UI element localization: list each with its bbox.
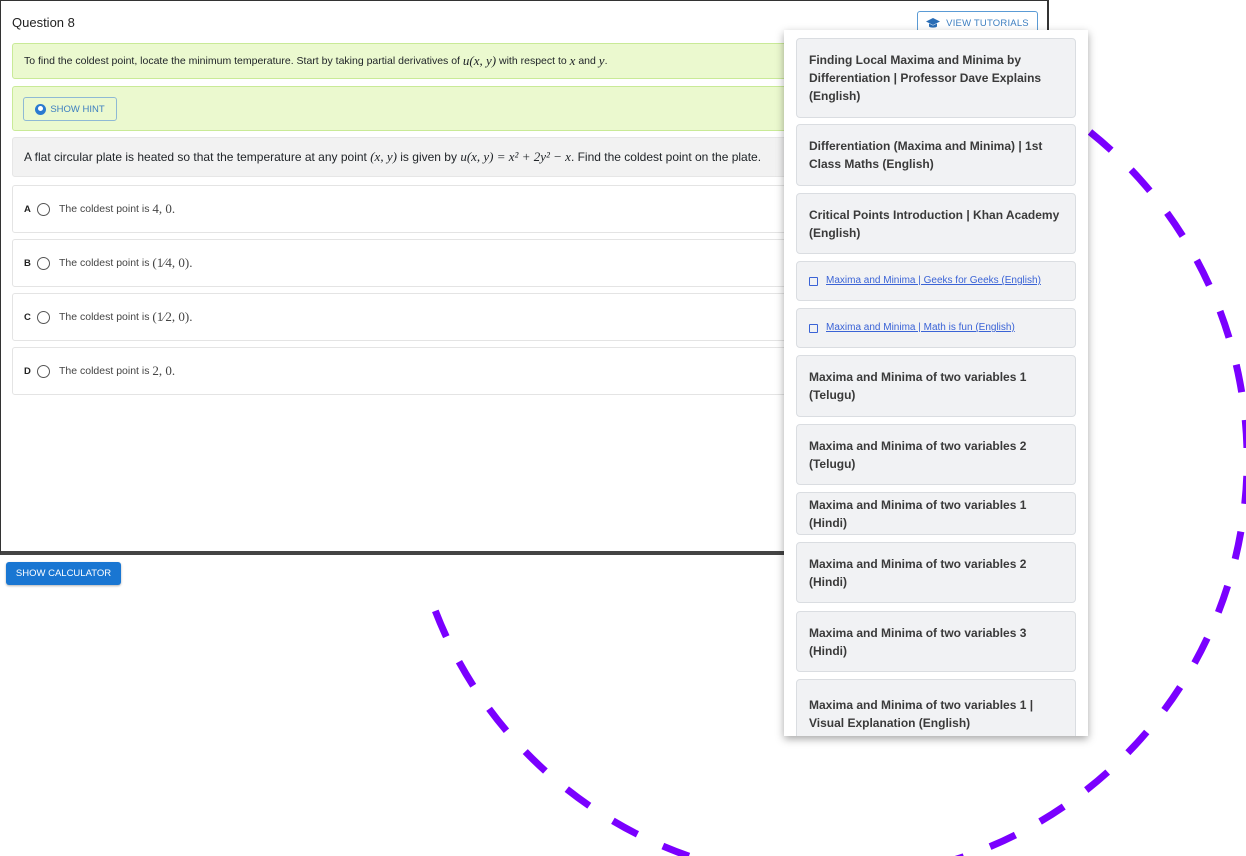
option-text: The coldest point is [59,203,150,215]
tutorial-label: Maxima and Minima of two variables 1 | V… [809,698,1034,730]
prompt-text: A flat circular plate is heated so that … [24,150,367,164]
tutorials-dropdown: Finding Local Maxima and Minima by Diffe… [784,30,1088,736]
tutorial-item[interactable]: Maxima and Minima of two variables 1 (Hi… [796,492,1076,535]
tutorial-label: Maxima and Minima of two variables 2 (Hi… [809,556,1027,589]
tutorial-label: Maxima and Minima | Math is fun (English… [826,322,1015,333]
option-math: 4, 0 [152,201,172,216]
tutorial-label: Maxima and Minima of two variables 3 (Hi… [809,625,1027,658]
tutorial-item[interactable]: Maxima and Minima of two variables 2 (Te… [796,424,1076,485]
option-end: . [189,255,193,270]
tutorial-item[interactable]: Finding Local Maxima and Minima by Diffe… [796,38,1076,118]
option-text: The coldest point is [59,257,150,269]
view-tutorials-label: VIEW TUTORIALS [946,17,1029,29]
radio-button[interactable] [37,364,50,378]
hint-math: x [569,53,576,68]
tutorial-item[interactable]: Maxima and Minima of two variables 2 (Hi… [796,542,1076,603]
tutorial-item[interactable]: Critical Points Introduction | Khan Acad… [796,193,1076,254]
hint-text-part: . [604,55,608,67]
hint-text-part: with respect to [499,55,567,67]
option-text: The coldest point is [59,311,150,323]
tutorial-item[interactable]: Maxima and Minima | Geeks for Geeks (Eng… [796,261,1076,301]
tutorial-label: Finding Local Maxima and Minima by Diffe… [809,53,1042,103]
option-math: (1⁄4, 0) [152,255,190,270]
external-link-icon [809,323,818,333]
show-hint-label: SHOW HINT [50,103,105,115]
show-hint-button[interactable]: SHOW HINT [23,97,117,121]
tutorial-label: Maxima and Minima of two variables 1 (Te… [809,370,1027,402]
prompt-math: (x, y) [370,149,397,164]
tutorial-item[interactable]: Maxima and Minima | Math is fun (English… [796,308,1076,348]
option-text: The coldest point is [59,365,150,377]
hint-text-part: To find the coldest point, locate the mi… [24,55,460,67]
external-link-icon [809,276,818,286]
question-title: Question 8 [12,15,75,30]
radio-button[interactable] [37,310,50,324]
option-letter: C [24,311,31,323]
option-end: . [189,309,193,324]
prompt-text: is given by [400,150,457,164]
tutorial-item[interactable]: Maxima and Minima of two variables 1 (Te… [796,355,1076,417]
lightbulb-icon [35,103,47,115]
graduation-cap-icon [926,17,941,28]
radio-button[interactable] [37,256,50,270]
prompt-math: u(x, y) = x² + 2y² − x [460,149,571,164]
tutorial-label: Maxima and Minima | Geeks for Geeks (Eng… [826,275,1041,286]
option-math: (1⁄2, 0) [152,309,190,324]
tutorial-item[interactable]: Differentiation (Maxima and Minima) | 1s… [796,124,1076,186]
tutorial-label: Critical Points Introduction | Khan Acad… [809,207,1060,240]
option-letter: A [24,203,31,215]
hint-math: u(x, y) [462,53,497,68]
prompt-text: . Find the coldest point on the plate. [570,150,762,164]
tutorial-item[interactable]: Maxima and Minima of two variables 3 (Hi… [796,611,1076,672]
tutorial-item[interactable]: Maxima and Minima of two variables 1 | V… [796,679,1076,736]
option-letter: D [24,365,31,377]
radio-button[interactable] [37,202,50,216]
option-end: . [171,363,176,378]
tutorial-label: Differentiation (Maxima and Minima) | 1s… [809,139,1043,171]
option-letter: B [24,257,31,269]
option-end: . [171,201,176,216]
show-calculator-button[interactable]: SHOW CALCULATOR [6,562,121,585]
option-math: 2, 0 [152,363,172,378]
tutorial-label: Maxima and Minima of two variables 2 (Te… [809,438,1027,471]
hint-text-part: and [578,55,596,67]
tutorial-label: Maxima and Minima of two variables 1 (Hi… [809,497,1027,530]
